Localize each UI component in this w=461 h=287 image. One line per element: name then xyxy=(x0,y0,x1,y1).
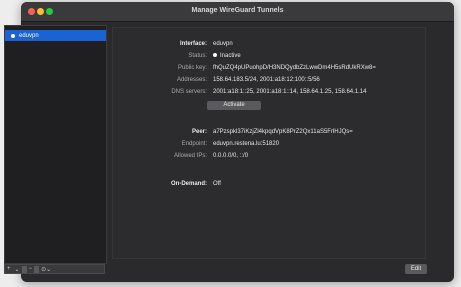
endpoint-label: Endpoint: xyxy=(181,141,207,147)
on-demand-row: On-Demand: Off xyxy=(113,181,425,190)
peer-row: Peer: a7Pzspkl37iKzjZl4kpqdVpK8PrZ2Qx11a… xyxy=(113,129,425,138)
interface-value: eduvpn xyxy=(213,41,233,47)
add-tunnel-menu-chevron-icon[interactable]: ⌄ xyxy=(13,266,22,273)
dns-servers-row: DNS servers: 2001:a18:1::25, 2001:a18:1:… xyxy=(113,89,425,98)
actions-menu-button[interactable]: ⊙⌄ xyxy=(39,266,53,273)
status-row: Status: Inactive xyxy=(113,53,425,62)
allowed-ips-value: 0.0.0.0/0, ::/0 xyxy=(213,153,249,159)
title-bar: Manage WireGuard Tunnels xyxy=(21,2,454,22)
tunnel-status-dot-icon xyxy=(11,33,15,38)
addresses-label: Addresses: xyxy=(176,77,207,83)
allowed-ips-label: Allowed IPs: xyxy=(173,153,207,159)
public-key-label: Public key: xyxy=(177,65,207,71)
public-key-value: fhQuZQ4pUPuohpD/H3NDQydbZzLwwDm4H5sRdUkR… xyxy=(213,65,376,71)
allowed-ips-row: Allowed IPs: 0.0.0.0/0, ::/0 xyxy=(113,153,425,162)
remove-tunnel-button[interactable]: − xyxy=(27,266,35,272)
status-value: Inactive xyxy=(220,53,241,59)
peer-value: a7Pzspkl37iKzjZl4kpqdVpK8PrZ2Qx11aS5FrlH… xyxy=(213,129,353,135)
tunnel-list-toolbar: + ⌄ − ⊙⌄ xyxy=(4,264,105,274)
edit-button[interactable]: Edit xyxy=(405,264,427,274)
endpoint-value: eduvpn.restena.lu:51820 xyxy=(213,141,280,147)
peer-label: Peer: xyxy=(191,129,207,135)
public-key-row: Public key: fhQuZQ4pUPuohpD/H3NDQydbZzLw… xyxy=(113,65,425,74)
tunnel-detail-panel: Interface: eduvpn Status: Inactive Publi… xyxy=(112,27,426,259)
add-tunnel-button[interactable]: + xyxy=(5,266,13,272)
tunnel-list: eduvpn xyxy=(4,25,107,264)
tunnel-name: eduvpn xyxy=(19,32,39,39)
addresses-row: Addresses: 158.64.183.5/24, 2001:a18:12:… xyxy=(113,77,425,86)
interface-label: Interface: xyxy=(179,41,207,47)
interface-row: Interface: eduvpn xyxy=(113,41,425,50)
tunnel-list-item-eduvpn[interactable]: eduvpn xyxy=(5,30,106,41)
activate-row: Activate xyxy=(113,101,425,110)
on-demand-value: Off xyxy=(213,181,221,187)
dns-servers-value: 2001:a18:1::25, 2001:a18:1::14, 158.64.1… xyxy=(213,89,367,95)
dns-servers-label: DNS servers: xyxy=(171,89,207,95)
window-title: Manage WireGuard Tunnels xyxy=(191,7,284,14)
on-demand-label: On-Demand: xyxy=(171,181,207,187)
status-dot-icon xyxy=(213,53,217,58)
addresses-value: 158.64.183.5/24, 2001:a18:12:100::5/56 xyxy=(213,77,320,83)
endpoint-row: Endpoint: eduvpn.restena.lu:51820 xyxy=(113,141,425,150)
status-label: Status: xyxy=(188,53,207,59)
activate-button[interactable]: Activate xyxy=(207,101,261,110)
